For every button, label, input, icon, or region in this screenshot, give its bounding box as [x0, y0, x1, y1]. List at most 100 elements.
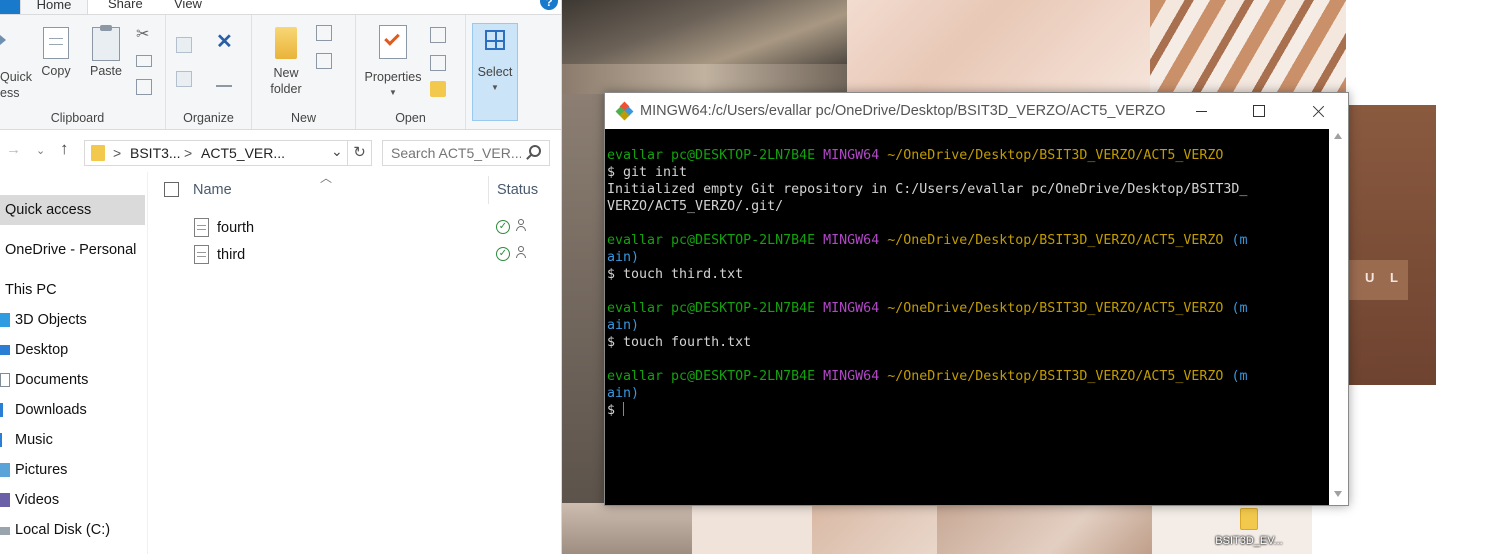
- nav-item-videos[interactable]: Videos: [0, 485, 145, 515]
- edit-icon[interactable]: [430, 55, 446, 71]
- nav-item-pictures[interactable]: Pictures: [0, 455, 145, 485]
- refresh-icon: ↻: [353, 144, 366, 161]
- nav-item-this-pc[interactable]: This PC: [0, 275, 145, 305]
- file-row[interactable]: fourth ✓: [148, 214, 561, 241]
- paste-shortcut-icon[interactable]: [136, 79, 152, 95]
- file-row[interactable]: third ✓: [148, 241, 561, 268]
- ribbon-group-select: Select ▼: [466, 15, 561, 129]
- copy-path-icon[interactable]: [136, 55, 152, 67]
- shared-person-icon: [515, 219, 527, 233]
- tab-share[interactable]: Share: [108, 0, 143, 11]
- git-bash-terminal-window[interactable]: MINGW64:/c/Users/evallar pc/OneDrive/Des…: [604, 92, 1349, 506]
- forward-arrow-icon[interactable]: →: [6, 141, 21, 158]
- copy-icon: [43, 27, 69, 59]
- column-header: Name ︿ Status: [148, 171, 561, 208]
- column-header-name[interactable]: Name: [193, 182, 232, 198]
- address-dropdown-chevron-icon[interactable]: ⌄: [331, 143, 343, 160]
- disk-icon: [0, 527, 10, 535]
- desktop-folder-shortcut[interactable]: BSIT3D_EV...: [1212, 508, 1286, 548]
- terminal-text-segment: $ touch fourth.txt: [607, 335, 752, 350]
- terminal-line: ain): [607, 385, 1329, 402]
- synced-check-icon: ✓: [496, 220, 510, 234]
- nav-item-downloads[interactable]: Downloads: [0, 395, 145, 425]
- search-box[interactable]: [382, 140, 550, 166]
- wallpaper-photo-street-lower: [562, 64, 847, 94]
- rename-icon[interactable]: [216, 71, 232, 87]
- navigation-pane: Quick access OneDrive - Personal This PC…: [0, 172, 148, 554]
- terminal-scrollbar[interactable]: [1329, 129, 1348, 505]
- terminal-line: evallar pc@DESKTOP-2LN7B4E MINGW64 ~/One…: [607, 300, 1329, 317]
- up-arrow-icon[interactable]: ↑: [60, 139, 69, 159]
- nav-item-music[interactable]: Music: [0, 425, 145, 455]
- move-to-icon[interactable]: [176, 37, 192, 53]
- music-icon: [0, 433, 6, 447]
- tab-home[interactable]: Home: [20, 0, 88, 14]
- minimize-button[interactable]: [1172, 93, 1230, 129]
- wallpaper-bottom-tile: [692, 503, 812, 554]
- properties-button[interactable]: Properties ▼: [360, 25, 426, 101]
- terminal-title-bar[interactable]: MINGW64:/c/Users/evallar pc/OneDrive/Des…: [605, 93, 1348, 129]
- wallpaper-text: U L: [1346, 260, 1408, 300]
- column-divider[interactable]: [488, 176, 489, 204]
- nav-item-desktop[interactable]: Desktop: [0, 335, 145, 365]
- terminal-text-segment: evallar pc@DESKTOP-2LN7B4E: [607, 233, 824, 248]
- paste-button[interactable]: Paste: [86, 25, 126, 79]
- tab-view[interactable]: View: [174, 0, 202, 11]
- maximize-icon: [1253, 105, 1265, 117]
- terminal-line: evallar pc@DESKTOP-2LN7B4E MINGW64 ~/One…: [607, 147, 1329, 164]
- nav-item-label: Pictures: [15, 462, 68, 478]
- nav-item-label: OneDrive - Personal: [5, 242, 137, 258]
- search-icon[interactable]: [529, 145, 541, 157]
- organize-group-label: Organize: [183, 111, 234, 125]
- copy-to-icon[interactable]: [176, 71, 192, 87]
- select-label: Select: [477, 65, 513, 79]
- wallpaper-zebra-pattern: [1150, 0, 1346, 94]
- nav-item-label: Quick access: [5, 202, 92, 218]
- terminal-text-segment: $: [607, 403, 616, 418]
- nav-item-quick-access[interactable]: Quick access: [0, 195, 145, 225]
- pictures-icon: [0, 463, 10, 477]
- breadcrumb-segment[interactable]: ACT5_VER...: [201, 145, 285, 161]
- nav-item-local-disk[interactable]: Local Disk (C:): [0, 515, 145, 545]
- nav-item-onedrive[interactable]: OneDrive - Personal: [0, 235, 145, 265]
- quick-access-label-2: ess: [0, 86, 20, 100]
- history-icon[interactable]: [430, 81, 446, 97]
- help-icon[interactable]: ?: [540, 0, 558, 10]
- scroll-down-arrow-icon[interactable]: [1334, 491, 1342, 497]
- copy-button[interactable]: Copy: [38, 27, 74, 79]
- paste-icon: [92, 25, 120, 61]
- address-bar[interactable]: > BSIT3... > ACT5_VER... ⌄: [84, 140, 348, 166]
- terminal-text-segment: ain): [607, 318, 640, 333]
- minimize-icon: [1196, 111, 1207, 112]
- column-header-status[interactable]: Status: [497, 182, 538, 198]
- search-input[interactable]: [391, 145, 521, 161]
- maximize-button[interactable]: [1230, 93, 1288, 129]
- terminal-text-segment: evallar pc@DESKTOP-2LN7B4E: [607, 369, 824, 384]
- close-button[interactable]: [1289, 93, 1347, 129]
- file-name: fourth: [217, 220, 255, 236]
- open-icon[interactable]: [430, 27, 446, 43]
- scroll-up-arrow-icon[interactable]: [1334, 133, 1342, 139]
- ribbon-group-new: New folder New: [252, 15, 356, 129]
- ribbon-group-open: Properties ▼ Open: [356, 15, 466, 129]
- terminal-output[interactable]: evallar pc@DESKTOP-2LN7B4E MINGW64 ~/One…: [605, 129, 1329, 505]
- recent-locations-chevron-icon[interactable]: ⌄: [36, 144, 45, 157]
- mingw-app-icon: [615, 101, 634, 121]
- breadcrumb-segment[interactable]: BSIT3...: [130, 145, 181, 161]
- delete-icon[interactable]: ✕: [216, 32, 233, 52]
- select-all-checkbox[interactable]: [164, 182, 179, 197]
- new-item-icon[interactable]: [316, 25, 332, 41]
- nav-item-documents[interactable]: Documents: [0, 365, 145, 395]
- easy-access-icon[interactable]: [316, 53, 332, 69]
- desktop-folder-label: BSIT3D_EV...: [1215, 535, 1283, 547]
- new-folder-button[interactable]: New folder: [264, 27, 308, 97]
- terminal-title: MINGW64:/c/Users/evallar pc/OneDrive/Des…: [640, 103, 1166, 119]
- cut-icon[interactable]: ✂: [136, 27, 152, 43]
- nav-item-label: Local Disk (C:): [15, 522, 111, 538]
- refresh-button[interactable]: ↻: [348, 140, 372, 166]
- tab-file[interactable]: [0, 0, 20, 14]
- file-explorer-window: Home Share View ? Quick ess Copy Paste ✂: [0, 0, 562, 554]
- navigation-bar: → ⌄ ↑ > BSIT3... > ACT5_VER... ⌄ ↻: [0, 131, 561, 171]
- select-button[interactable]: Select ▼: [472, 23, 518, 121]
- nav-item-3d-objects[interactable]: 3D Objects: [0, 305, 145, 335]
